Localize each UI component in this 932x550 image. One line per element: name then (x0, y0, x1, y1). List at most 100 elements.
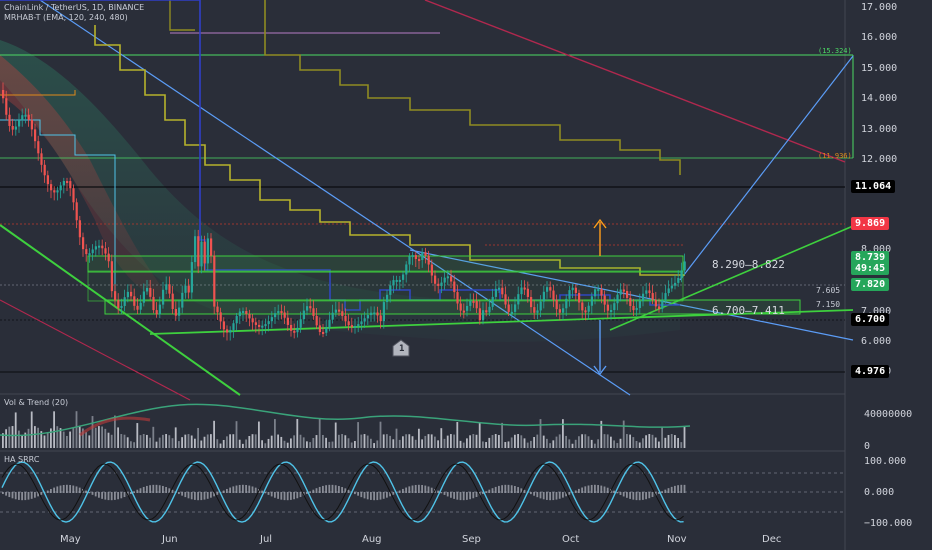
price-axis-label: 13.000 (861, 124, 898, 135)
volume-bar (27, 428, 30, 448)
candle-body (338, 309, 341, 312)
candle-body (277, 311, 280, 314)
oscillator-bar (296, 492, 299, 499)
volume-bar (542, 435, 545, 448)
candle-body (379, 315, 382, 322)
projection-line[interactable] (679, 55, 854, 281)
candle-body (398, 279, 401, 282)
candle-body (155, 310, 158, 315)
volume-bar (334, 422, 337, 448)
oscillator-bar (187, 492, 190, 499)
volume-bar (680, 442, 683, 448)
volume-bar (123, 434, 126, 448)
candle-body (184, 285, 187, 293)
oscillator-bar (62, 484, 65, 493)
candle-body (82, 237, 85, 250)
volume-bar (66, 435, 68, 448)
volume-bar (594, 443, 596, 448)
indicator-title[interactable]: MRHAB-T (EMA, 120, 240, 480) (4, 13, 128, 22)
volume-bar (315, 435, 318, 448)
candle-body (347, 321, 350, 326)
volume-bar (427, 434, 430, 448)
candle-body (430, 264, 433, 276)
candle-body (290, 324, 293, 331)
volume-bar (475, 434, 478, 448)
candle-body (14, 126, 17, 130)
volume-bar (290, 438, 292, 448)
candle-body (322, 332, 325, 335)
volume-bar (642, 438, 644, 448)
candle-body (299, 319, 302, 328)
candle-body (11, 125, 14, 130)
candle-body (325, 327, 328, 333)
candle-body (130, 291, 133, 297)
price-tag-6700: 6.700 (851, 313, 890, 326)
oscillator-bar (488, 489, 491, 493)
symbol-title[interactable]: ChainLink / TetherUS, 1D, BINANCE (4, 3, 144, 12)
volume-bar (56, 426, 59, 448)
volume-bar (322, 434, 324, 448)
minor-resistance-trendline[interactable] (0, 299, 191, 401)
candle-body (434, 275, 437, 284)
candle-body (354, 326, 357, 329)
candle-body (357, 324, 360, 327)
volume-bar (107, 432, 110, 448)
volume-histogram[interactable] (2, 411, 686, 448)
volume-bar (504, 442, 507, 448)
oscillator-bar (536, 492, 539, 498)
volume-bar (18, 430, 20, 448)
chart-canvas[interactable] (0, 0, 932, 550)
volume-bar (366, 435, 369, 448)
oscillator-bar (424, 485, 427, 493)
candle-body (392, 280, 395, 286)
candle-body (274, 313, 277, 318)
candle-body (670, 285, 673, 289)
candle-body (466, 305, 469, 311)
zone-label-lower[interactable]: 6.700–7.411 (708, 303, 789, 318)
price-tag-7820: 7.820 (851, 278, 890, 291)
trend-stepline-slow[interactable] (264, 0, 681, 175)
major-resistance-trendline[interactable] (424, 0, 846, 163)
volume-bar (235, 421, 238, 448)
volume-bar (213, 420, 215, 448)
demand-zone-6700-7411[interactable] (104, 299, 801, 315)
time-axis-label: Dec (762, 534, 782, 545)
oscillator-bar (254, 487, 257, 493)
mid-zone[interactable] (87, 270, 684, 302)
oscillator-bar (392, 492, 395, 495)
oscillator-bar (75, 486, 78, 493)
candle-body (37, 141, 40, 154)
oscillator-bar (530, 492, 532, 495)
oscillator-axis-label: −100.000 (864, 518, 913, 529)
candle-body (645, 290, 648, 294)
price-axis-label: 16.000 (861, 32, 898, 43)
oscillator-bar (8, 492, 11, 498)
oscillator-bar (197, 492, 199, 501)
candle-body (43, 164, 46, 176)
candle-body (88, 253, 91, 256)
volume-bar (181, 437, 183, 448)
candle-body (85, 249, 88, 255)
candle-body (414, 255, 417, 260)
volume-pane-title[interactable]: Vol & Trend (20) (4, 398, 68, 407)
candle-body (344, 315, 347, 322)
candle-body (75, 202, 78, 221)
candle-body (136, 305, 139, 310)
candle-body (558, 309, 561, 313)
candle-body (469, 300, 472, 306)
volume-bar (331, 441, 334, 448)
oscillator-bar (274, 492, 276, 498)
zone-label-upper[interactable]: 8.290–8.822 (708, 257, 789, 272)
candle-body (411, 255, 414, 258)
supply-zone-8290-8822[interactable] (87, 255, 684, 273)
candle-body (651, 293, 654, 300)
volume-bar (251, 434, 254, 448)
candle-body (50, 184, 53, 191)
candle-body (462, 310, 465, 313)
oscillator-bar (507, 484, 510, 493)
volume-bar (571, 443, 574, 448)
oscillator-pane-title[interactable]: HA SRRC (4, 455, 39, 464)
volume-bar (190, 435, 193, 448)
candle-body (69, 181, 72, 189)
volume-bar (312, 437, 315, 448)
